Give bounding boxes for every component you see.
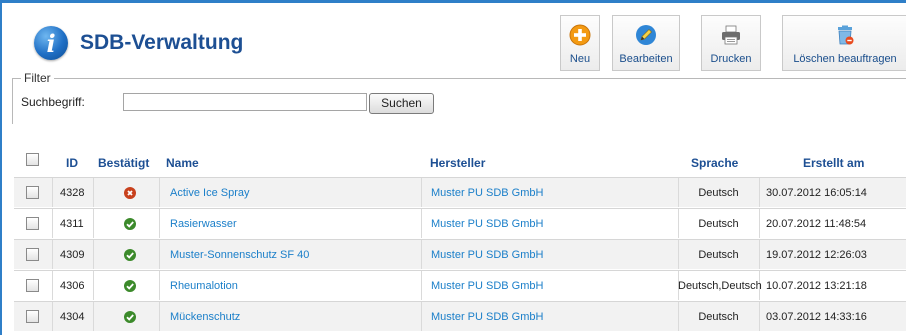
column-separator [93, 240, 94, 269]
column-separator [93, 271, 94, 300]
cell-manufacturer-link[interactable]: Muster PU SDB GmbH [431, 209, 543, 239]
column-separator [159, 271, 160, 300]
column-separator [93, 209, 94, 238]
cell-id: 4304 [60, 311, 85, 323]
row-checkbox[interactable] [26, 248, 39, 261]
cell-name-link[interactable]: Active Ice Spray [170, 178, 249, 208]
cell-created: 19.07.2012 12:26:03 [766, 249, 867, 261]
row-checkbox[interactable] [26, 279, 39, 292]
table-header: ID Bestätigt Name Hersteller Sprache Ers… [14, 145, 906, 177]
cell-created: 30.07.2012 16:05:14 [766, 187, 867, 199]
row-checkbox[interactable] [26, 217, 39, 230]
printer-icon [722, 25, 740, 45]
page-title: SDB-Verwaltung [80, 31, 244, 54]
column-separator [421, 209, 422, 238]
cell-language: Deutsch [698, 249, 739, 261]
cell-created: 20.07.2012 11:48:54 [766, 218, 867, 230]
column-separator [759, 178, 760, 207]
cell-manufacturer-link[interactable]: Muster PU SDB GmbH [431, 240, 543, 270]
cell-id: 4328 [60, 187, 85, 199]
cell-created: 10.07.2012 13:21:18 [766, 280, 867, 292]
column-separator [421, 240, 422, 269]
delete-request-button[interactable]: Löschen beauftragen [782, 15, 906, 71]
confirmed-check-icon [124, 280, 136, 292]
column-header-language[interactable]: Sprache [691, 156, 738, 170]
trash-icon [838, 25, 854, 45]
column-separator [759, 209, 760, 238]
confirmed-check-icon [124, 311, 136, 323]
row-checkbox[interactable] [26, 186, 39, 199]
search-button[interactable]: Suchen [369, 93, 434, 114]
column-separator [159, 178, 160, 207]
cell-language: Deutsch [698, 311, 739, 323]
cell-id: 4309 [60, 249, 85, 261]
row-checkbox[interactable] [26, 310, 39, 323]
select-all-checkbox[interactable] [26, 153, 39, 166]
table-row[interactable]: 4309 Muster-Sonnenschutz SF 40 Muster PU S… [14, 239, 906, 269]
new-button[interactable]: Neu [560, 15, 600, 71]
cell-manufacturer-link[interactable]: Muster PU SDB GmbH [431, 271, 543, 301]
table-row[interactable]: 4311 Rasierwasser Muster PU SDB GmbH Deutsc… [14, 208, 906, 238]
cell-id: 4306 [60, 280, 85, 292]
column-separator [759, 302, 760, 331]
table-row[interactable]: 4328 Active Ice Spray Muster PU SDB GmbH De… [14, 177, 906, 207]
column-header-confirmed[interactable]: Bestätigt [98, 156, 149, 170]
column-header-manufacturer[interactable]: Hersteller [430, 156, 485, 170]
cell-created: 03.07.2012 14:33:16 [766, 311, 867, 323]
column-header-id[interactable]: ID [66, 156, 78, 170]
column-separator [93, 302, 94, 331]
cell-language: Deutsch [698, 187, 739, 199]
column-separator [159, 240, 160, 269]
column-separator [52, 271, 53, 300]
page-header: i SDB-Verwaltung Neu Bearbeiten Drucken … [2, 3, 906, 71]
edit-button-label: Bearbeiten [619, 53, 673, 65]
filter-panel: Filter Suchbegriff: Suchen [12, 71, 906, 124]
cell-id: 4311 [60, 218, 84, 230]
table-row[interactable]: 4304 Mückenschutz Muster PU SDB GmbH Deutsc… [14, 301, 906, 331]
column-separator [159, 209, 160, 238]
column-separator [421, 178, 422, 207]
column-separator [52, 209, 53, 238]
column-header-created[interactable]: Erstellt am [803, 156, 864, 170]
not-confirmed-x-icon [124, 187, 136, 199]
edit-button[interactable]: Bearbeiten [612, 15, 680, 71]
column-separator [159, 302, 160, 331]
cell-language: Deutsch [698, 218, 739, 230]
info-logo-icon: i [34, 26, 68, 60]
column-separator [759, 240, 760, 269]
cell-manufacturer-link[interactable]: Muster PU SDB GmbH [431, 178, 543, 208]
column-separator [421, 302, 422, 331]
print-button-label: Drucken [710, 53, 752, 65]
search-label: Suchbegriff: [21, 95, 85, 109]
column-header-name[interactable]: Name [166, 156, 199, 170]
cell-name-link[interactable]: Rheumalotion [170, 271, 238, 301]
cell-language: Deutsch,Deutsch [678, 280, 762, 292]
print-button[interactable]: Drucken [701, 15, 761, 71]
cell-name-link[interactable]: Rasierwasser [170, 209, 237, 239]
pencil-icon [636, 25, 656, 45]
column-separator [52, 178, 53, 207]
filter-legend: Filter [21, 71, 54, 85]
confirmed-check-icon [124, 218, 136, 230]
column-separator [52, 302, 53, 331]
column-separator [93, 178, 94, 207]
delete-request-button-label: Löschen beauftragen [793, 53, 897, 65]
column-separator [421, 271, 422, 300]
confirmed-check-icon [124, 249, 136, 261]
search-input[interactable] [123, 93, 367, 111]
cell-manufacturer-link[interactable]: Muster PU SDB GmbH [431, 302, 543, 332]
cell-name-link[interactable]: Muster-Sonnenschutz SF 40 [170, 240, 309, 270]
cell-name-link[interactable]: Mückenschutz [170, 302, 240, 332]
new-button-label: Neu [569, 53, 591, 65]
plus-icon [569, 24, 591, 46]
table-row[interactable]: 4306 Rheumalotion Muster PU SDB GmbH Deutsc… [14, 270, 906, 300]
column-separator [52, 240, 53, 269]
